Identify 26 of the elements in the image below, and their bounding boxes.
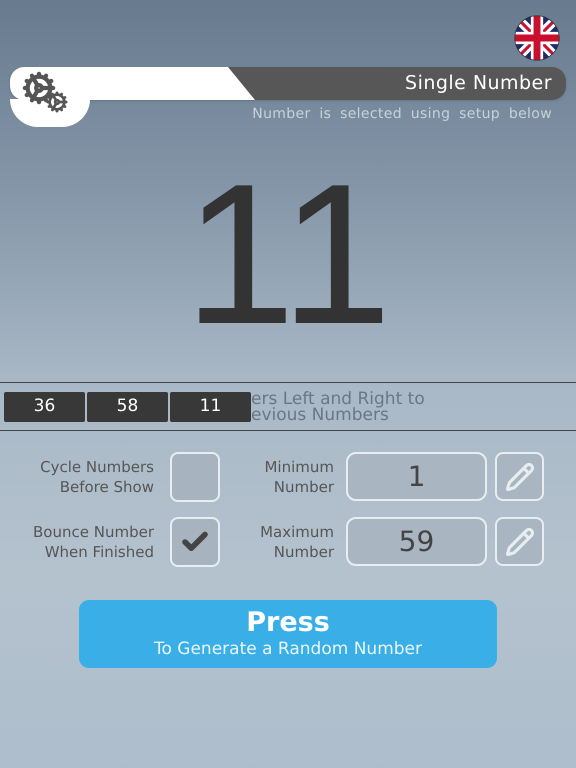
history-number[interactable]: 58 xyxy=(87,392,168,422)
limit-field[interactable]: 1 xyxy=(346,452,487,501)
checkbox[interactable] xyxy=(170,452,220,502)
press-title: Press xyxy=(246,608,330,638)
limit-field[interactable]: 59 xyxy=(346,517,487,566)
limit-label: Number xyxy=(274,542,334,562)
mode-title: Single Number xyxy=(405,71,553,96)
history-number[interactable]: 36 xyxy=(4,392,85,422)
limit-label: Minimum xyxy=(264,456,334,476)
option-label: When Finished xyxy=(44,542,154,562)
history-number[interactable]: 11 xyxy=(170,392,251,422)
checkbox[interactable] xyxy=(170,516,220,566)
press-caption: To Generate a Random Number xyxy=(154,638,422,660)
option-label: Before Show xyxy=(60,476,154,496)
limit-label: Maximum xyxy=(260,522,334,542)
limit-label: Number xyxy=(274,476,334,496)
option-label: Cycle Numbers xyxy=(40,456,154,476)
flag-icon[interactable] xyxy=(514,15,560,61)
option-label: Bounce Number xyxy=(33,522,154,542)
settings-icon[interactable] xyxy=(22,71,70,111)
history-hint: ers Left and Right to xyxy=(251,390,425,406)
pencil-icon xyxy=(504,462,534,492)
history-hint: evious Numbers xyxy=(251,406,389,422)
pencil-icon xyxy=(504,526,534,556)
current-number: 11 xyxy=(183,154,393,354)
subtitle: Number is selected using setup below xyxy=(252,105,553,124)
